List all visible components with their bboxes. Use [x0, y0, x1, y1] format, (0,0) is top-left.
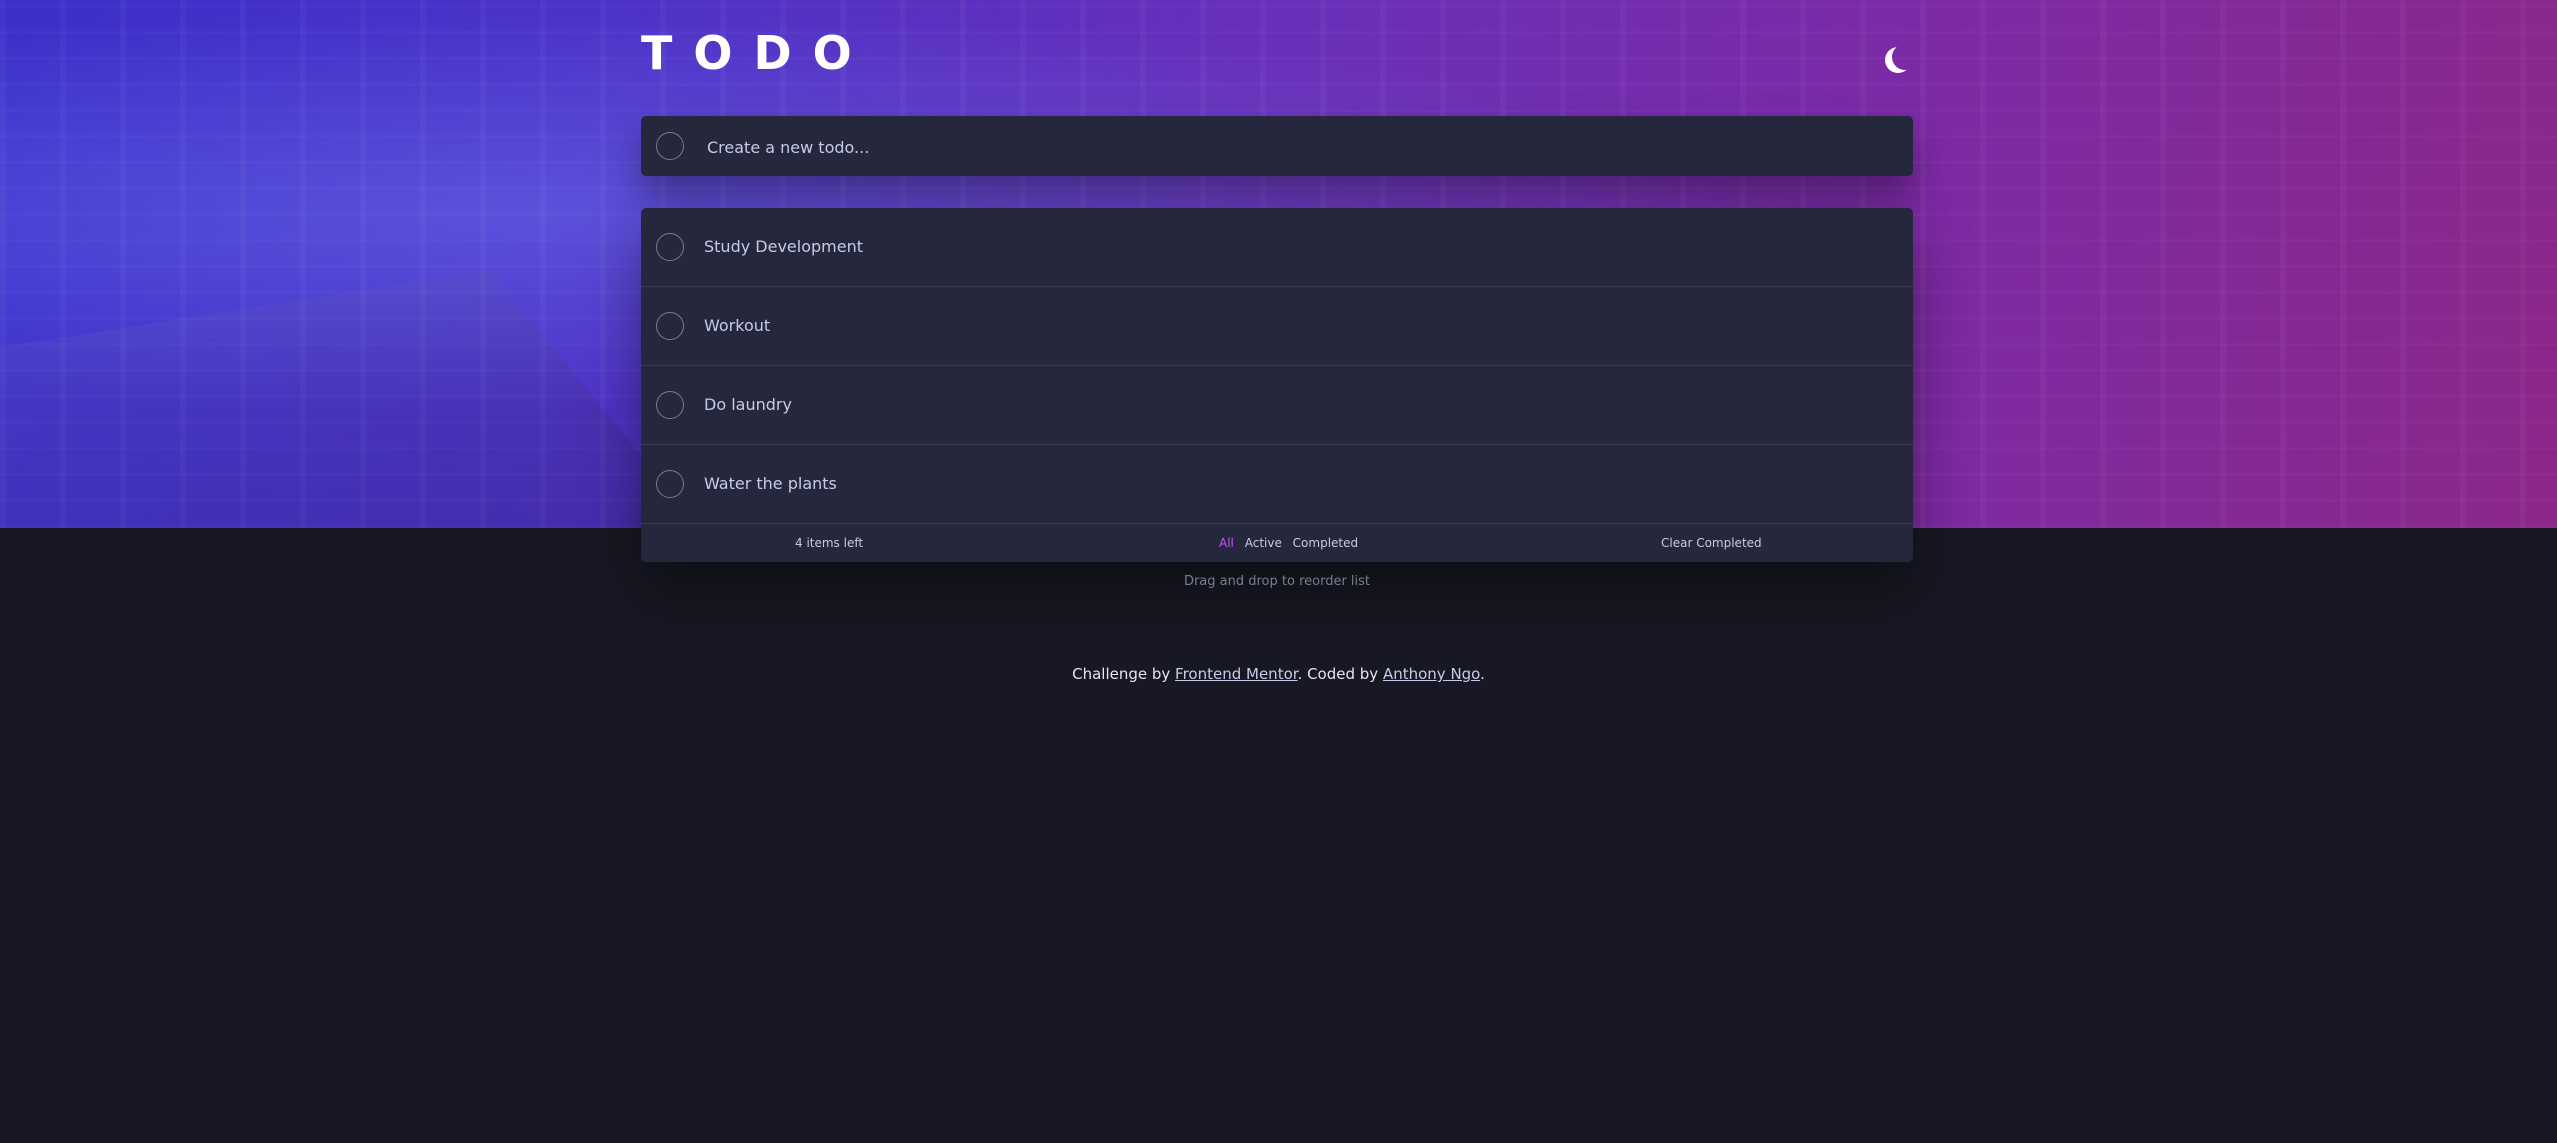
filter-group: All Active Completed	[1219, 524, 1365, 562]
header: TODO	[641, 28, 1913, 78]
attribution: Challenge by Frontend Mentor. Coded by A…	[0, 665, 2557, 683]
hero-floor-shading	[0, 270, 700, 528]
todo-check-circle-icon[interactable]	[656, 391, 684, 419]
drag-hint: Drag and drop to reorder list	[1183, 574, 1371, 589]
theme-toggle-button[interactable]	[1881, 40, 1913, 72]
filter-completed-button[interactable]: Completed	[1293, 536, 1358, 550]
new-todo-check-circle-icon[interactable]	[656, 132, 684, 160]
new-todo-bar	[641, 116, 1913, 178]
todo-check-circle-icon[interactable]	[656, 312, 684, 340]
items-left-count: 4 items left	[795, 536, 864, 550]
todo-label: Water the plants	[704, 474, 837, 493]
todo-label: Study Development	[704, 237, 863, 256]
list-footer: 4 items left All Active Completed Clear …	[641, 524, 1913, 562]
attribution-prefix: Challenge by	[1072, 665, 1176, 683]
todo-item[interactable]: Workout	[641, 287, 1913, 366]
app-title: TODO	[641, 26, 873, 80]
todo-label: Workout	[704, 316, 771, 335]
moon-icon	[1892, 44, 1918, 70]
attribution-suffix: .	[1480, 665, 1485, 683]
todo-item[interactable]: Water the plants	[641, 445, 1913, 524]
new-todo-input[interactable]	[705, 116, 1889, 178]
todo-check-circle-icon[interactable]	[656, 470, 684, 498]
filter-all-button[interactable]: All	[1219, 536, 1234, 550]
frontend-mentor-link[interactable]: Frontend Mentor	[1175, 665, 1298, 683]
todo-check-circle-icon[interactable]	[656, 233, 684, 261]
todo-item[interactable]: Do laundry	[641, 366, 1913, 445]
filter-active-button[interactable]: Active	[1245, 536, 1282, 550]
todo-item[interactable]: Study Development	[641, 208, 1913, 287]
author-link[interactable]: Anthony Ngo	[1383, 665, 1480, 683]
todo-list: Study Development Workout Do laundry Wat…	[641, 208, 1913, 562]
todo-label: Do laundry	[704, 395, 792, 414]
clear-completed-button[interactable]: Clear Completed	[1661, 524, 1762, 562]
attribution-middle: . Coded by	[1297, 665, 1383, 683]
